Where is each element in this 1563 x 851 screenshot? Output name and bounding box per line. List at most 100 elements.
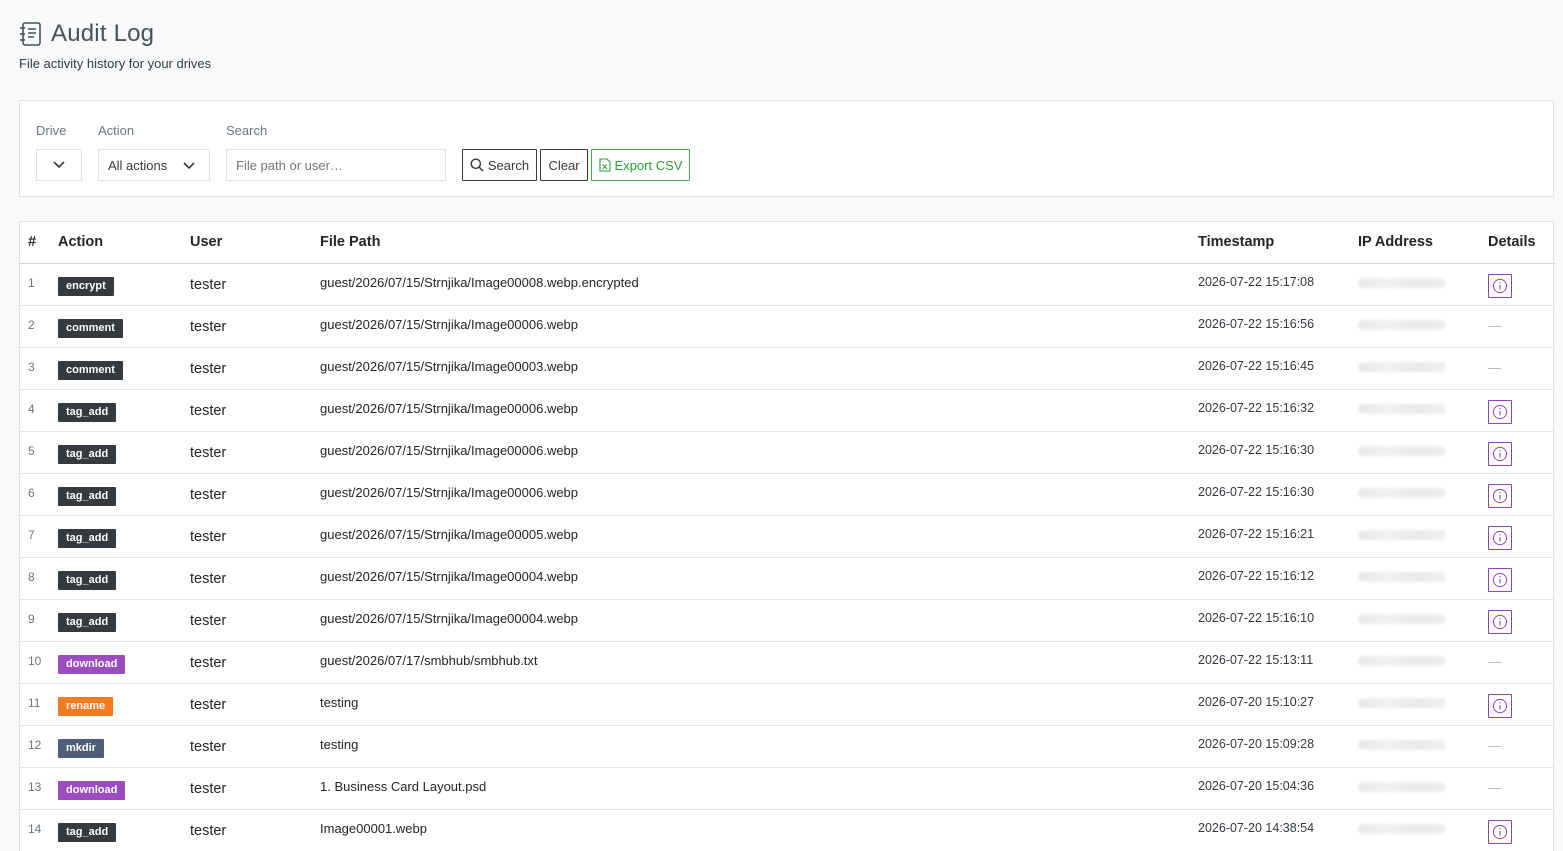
redacted-ip-address	[1358, 697, 1446, 708]
redacted-ip-address	[1358, 403, 1446, 414]
row-file-path: testing	[320, 725, 1198, 768]
details-button[interactable]	[1488, 819, 1512, 844]
action-badge: tag_add	[58, 486, 117, 506]
row-file-path: guest/2026/07/15/Strnjika/Image00004.web…	[320, 599, 1198, 642]
search-button-label: Search	[487, 157, 530, 173]
table-row[interactable]: 2 comment tester guest/2026/07/15/Strnjika/…	[20, 305, 1555, 348]
no-details-dash: —	[1488, 359, 1501, 375]
info-circle-icon	[1492, 530, 1508, 545]
table-header-row: # Action User File Path Timestamp IP Add…	[20, 222, 1555, 264]
filter-panel: Drive Action Search All actions Search C…	[19, 100, 1554, 197]
row-number: 4	[20, 389, 50, 432]
row-number: 8	[20, 557, 50, 600]
row-timestamp: 2026-07-22 15:16:30	[1198, 473, 1358, 516]
row-user: tester	[190, 263, 320, 306]
action-badge: tag_add	[58, 402, 117, 422]
row-user: tester	[190, 557, 320, 600]
clear-button[interactable]: Clear	[540, 149, 588, 181]
column-header-ip-address[interactable]: IP Address	[1358, 222, 1488, 264]
search-button[interactable]: Search	[462, 149, 537, 181]
row-file-path: guest/2026/07/15/Strnjika/Image00005.web…	[320, 515, 1198, 558]
action-badge: download	[58, 654, 126, 674]
details-button[interactable]	[1488, 609, 1512, 634]
details-button[interactable]	[1488, 441, 1512, 466]
column-header-timestamp[interactable]: Timestamp	[1198, 222, 1358, 264]
info-circle-icon	[1492, 278, 1508, 293]
details-button[interactable]	[1488, 693, 1512, 718]
row-file-path: guest/2026/07/15/Strnjika/Image00006.web…	[320, 473, 1198, 516]
row-file-path: testing	[320, 683, 1198, 726]
redacted-ip-address	[1358, 361, 1446, 372]
row-number: 6	[20, 473, 50, 516]
table-row[interactable]: 13 download tester 1. Business Card Layout.…	[20, 767, 1555, 810]
row-timestamp: 2026-07-20 14:38:54	[1198, 809, 1358, 851]
details-button[interactable]	[1488, 399, 1512, 424]
info-circle-icon	[1492, 488, 1508, 503]
action-badge: encrypt	[58, 276, 114, 296]
details-button[interactable]	[1488, 567, 1512, 592]
column-header-file-path[interactable]: File Path	[320, 222, 1198, 264]
column-header-number[interactable]: #	[20, 222, 50, 264]
row-number: 13	[20, 767, 50, 810]
row-file-path: guest/2026/07/17/smbhub/smbhub.txt	[320, 641, 1198, 684]
table-row[interactable]: 9 tag_add tester guest/2026/07/15/Strnjika/…	[20, 599, 1555, 642]
table-row[interactable]: 8 tag_add tester guest/2026/07/15/Strnjika/…	[20, 557, 1555, 600]
column-header-action[interactable]: Action	[50, 222, 190, 264]
action-badge: tag_add	[58, 444, 117, 464]
row-timestamp: 2026-07-22 15:16:21	[1198, 515, 1358, 558]
row-number: 1	[20, 263, 50, 306]
table-row[interactable]: 14 tag_add tester Image00001.webp 2026-07-20…	[20, 809, 1555, 851]
column-header-user[interactable]: User	[190, 222, 320, 264]
chevron-down-icon	[53, 161, 65, 169]
action-badge: tag_add	[58, 528, 117, 548]
table-row[interactable]: 12 mkdir tester testing 2026-07-20 15:09:28 —	[20, 725, 1555, 768]
table-row[interactable]: 1 encrypt tester guest/2026/07/15/Strnjika/…	[20, 263, 1555, 306]
no-details-dash: —	[1488, 779, 1501, 795]
action-badge: download	[58, 780, 126, 800]
redacted-ip-address	[1358, 823, 1446, 834]
action-badge: tag_add	[58, 612, 117, 632]
row-number: 3	[20, 347, 50, 390]
row-file-path: guest/2026/07/15/Strnjika/Image00006.web…	[320, 431, 1198, 474]
table-row[interactable]: 11 rename tester testing 2026-07-20 15:10:27	[20, 683, 1555, 726]
drive-select[interactable]	[36, 149, 82, 181]
action-badge: tag_add	[58, 822, 117, 842]
no-details-dash: —	[1488, 317, 1501, 333]
action-badge: tag_add	[58, 570, 117, 590]
table-row[interactable]: 10 download tester guest/2026/07/17/smbhub/…	[20, 641, 1555, 684]
row-timestamp: 2026-07-22 15:16:45	[1198, 347, 1358, 390]
table-row[interactable]: 3 comment tester guest/2026/07/15/Strnjika/…	[20, 347, 1555, 390]
page-header: Audit Log File activity history for your…	[19, 20, 211, 71]
action-select-value: All actions	[108, 157, 168, 173]
redacted-ip-address	[1358, 445, 1446, 456]
details-button[interactable]	[1488, 525, 1512, 550]
info-circle-icon	[1492, 698, 1508, 713]
row-number: 9	[20, 599, 50, 642]
action-select[interactable]: All actions	[98, 149, 210, 181]
search-input[interactable]	[226, 149, 446, 181]
row-number: 7	[20, 515, 50, 558]
details-button[interactable]	[1488, 273, 1512, 298]
info-circle-icon	[1492, 404, 1508, 419]
row-user: tester	[190, 515, 320, 558]
table-row[interactable]: 6 tag_add tester guest/2026/07/15/Strnjika/…	[20, 473, 1555, 516]
row-timestamp: 2026-07-22 15:13:11	[1198, 641, 1358, 684]
info-circle-icon	[1492, 824, 1508, 839]
redacted-ip-address	[1358, 655, 1446, 666]
row-timestamp: 2026-07-22 15:16:10	[1198, 599, 1358, 642]
row-user: tester	[190, 809, 320, 851]
row-user: tester	[190, 599, 320, 642]
export-csv-button[interactable]: Export CSV	[591, 149, 690, 181]
details-button[interactable]	[1488, 483, 1512, 508]
no-details-dash: —	[1488, 653, 1501, 669]
column-header-details[interactable]: Details	[1488, 222, 1555, 264]
table-row[interactable]: 4 tag_add tester guest/2026/07/15/Strnjika/…	[20, 389, 1555, 432]
table-row[interactable]: 5 tag_add tester guest/2026/07/15/Strnjika/…	[20, 431, 1555, 474]
info-circle-icon	[1492, 614, 1508, 629]
action-badge: comment	[58, 360, 123, 380]
export-button-label: Export CSV	[614, 157, 683, 173]
row-number: 14	[20, 809, 50, 851]
table-row[interactable]: 7 tag_add tester guest/2026/07/15/Strnjika/…	[20, 515, 1555, 558]
row-user: tester	[190, 431, 320, 474]
row-user: tester	[190, 683, 320, 726]
